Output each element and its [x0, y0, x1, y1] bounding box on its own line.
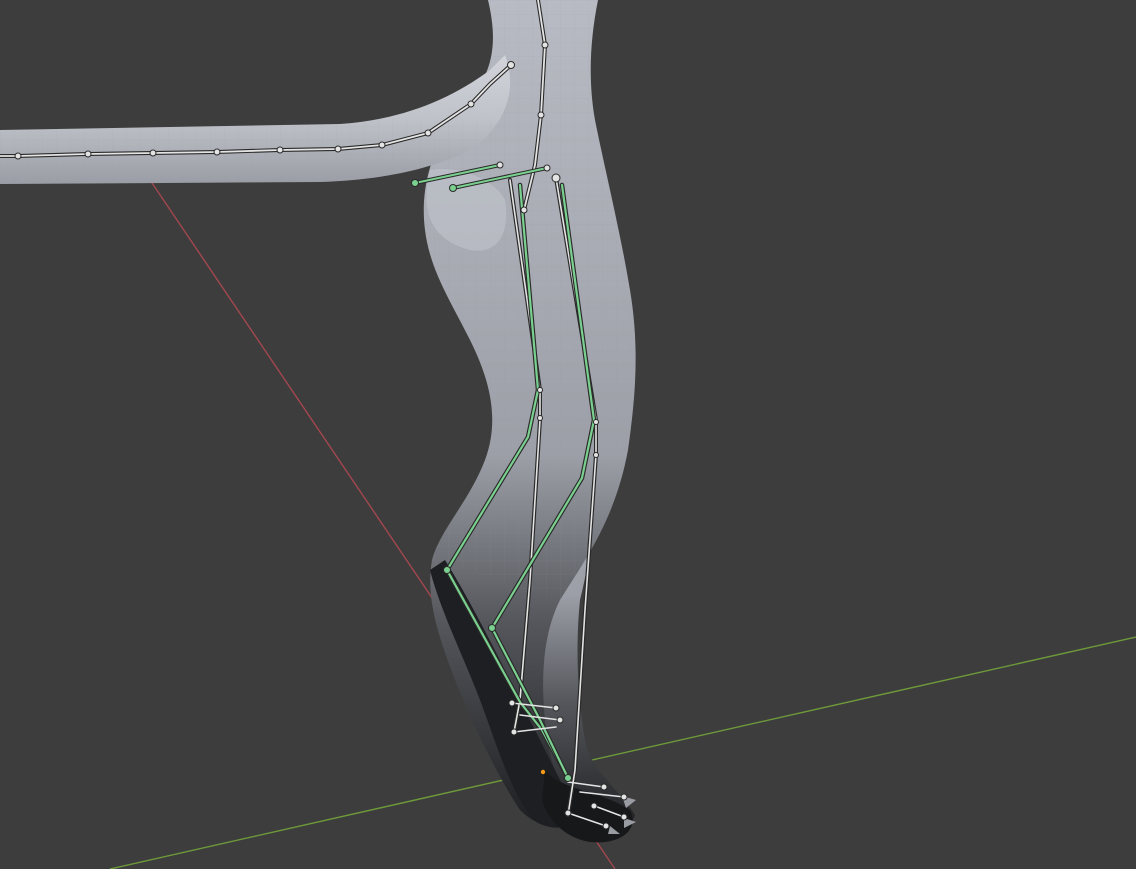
3d-viewport[interactable]	[0, 0, 1136, 869]
viewport-canvas[interactable]	[0, 0, 1136, 869]
origin-marker[interactable]	[540, 769, 546, 775]
character-mesh[interactable]	[0, 0, 640, 843]
